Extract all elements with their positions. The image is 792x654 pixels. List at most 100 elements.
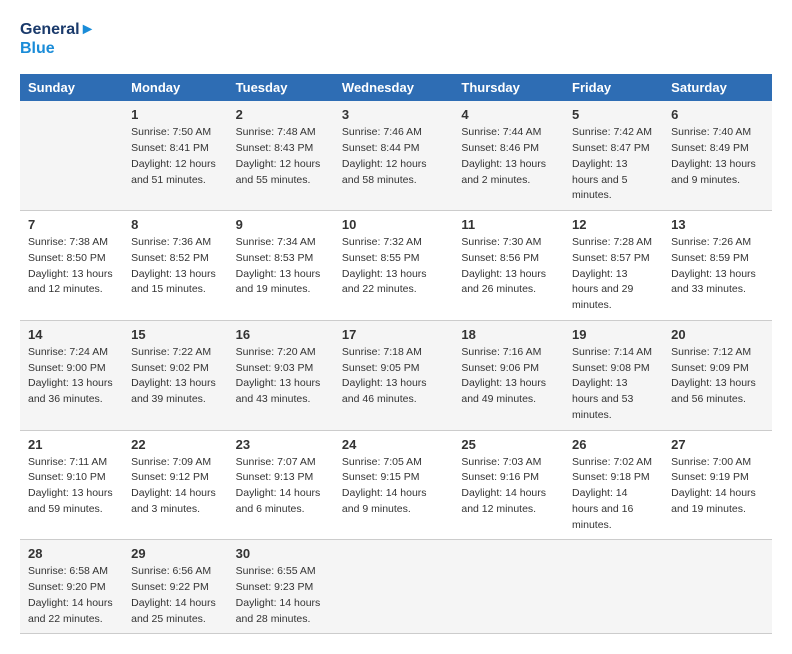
day-number: 8 [131, 217, 220, 232]
day-number: 18 [461, 327, 556, 342]
day-info: Sunrise: 7:26 AM Sunset: 8:59 PM Dayligh… [671, 235, 764, 298]
day-cell: 2 Sunrise: 7:48 AM Sunset: 8:43 PM Dayli… [228, 101, 334, 210]
day-cell: 12 Sunrise: 7:28 AM Sunset: 8:57 PM Dayl… [564, 211, 663, 321]
day-cell: 7 Sunrise: 7:38 AM Sunset: 8:50 PM Dayli… [20, 211, 123, 321]
day-info: Sunrise: 7:28 AM Sunset: 8:57 PM Dayligh… [572, 235, 655, 314]
day-cell: 26 Sunrise: 7:02 AM Sunset: 9:18 PM Dayl… [564, 430, 663, 540]
day-number: 2 [236, 107, 326, 122]
day-number: 29 [131, 546, 220, 561]
day-info: Sunrise: 7:14 AM Sunset: 9:08 PM Dayligh… [572, 345, 655, 424]
day-cell: 16 Sunrise: 7:20 AM Sunset: 9:03 PM Dayl… [228, 320, 334, 430]
week-row-3: 14 Sunrise: 7:24 AM Sunset: 9:00 PM Dayl… [20, 320, 772, 430]
day-info: Sunrise: 7:09 AM Sunset: 9:12 PM Dayligh… [131, 455, 220, 518]
day-cell: 29 Sunrise: 6:56 AM Sunset: 9:22 PM Dayl… [123, 540, 228, 634]
day-cell: 17 Sunrise: 7:18 AM Sunset: 9:05 PM Dayl… [334, 320, 453, 430]
day-cell: 23 Sunrise: 7:07 AM Sunset: 9:13 PM Dayl… [228, 430, 334, 540]
day-number: 20 [671, 327, 764, 342]
week-row-1: 1 Sunrise: 7:50 AM Sunset: 8:41 PM Dayli… [20, 101, 772, 210]
day-info: Sunrise: 7:46 AM Sunset: 8:44 PM Dayligh… [342, 125, 445, 188]
day-cell: 18 Sunrise: 7:16 AM Sunset: 9:06 PM Dayl… [453, 320, 564, 430]
day-cell: 14 Sunrise: 7:24 AM Sunset: 9:00 PM Dayl… [20, 320, 123, 430]
col-header-saturday: Saturday [663, 74, 772, 101]
col-header-wednesday: Wednesday [334, 74, 453, 101]
day-info: Sunrise: 7:05 AM Sunset: 9:15 PM Dayligh… [342, 455, 445, 518]
day-cell: 25 Sunrise: 7:03 AM Sunset: 9:16 PM Dayl… [453, 430, 564, 540]
day-info: Sunrise: 7:20 AM Sunset: 9:03 PM Dayligh… [236, 345, 326, 408]
day-info: Sunrise: 7:50 AM Sunset: 8:41 PM Dayligh… [131, 125, 220, 188]
day-cell [334, 540, 453, 634]
day-info: Sunrise: 7:02 AM Sunset: 9:18 PM Dayligh… [572, 455, 655, 534]
day-cell: 13 Sunrise: 7:26 AM Sunset: 8:59 PM Dayl… [663, 211, 772, 321]
col-header-friday: Friday [564, 74, 663, 101]
day-number: 14 [28, 327, 115, 342]
day-number: 25 [461, 437, 556, 452]
day-info: Sunrise: 7:40 AM Sunset: 8:49 PM Dayligh… [671, 125, 764, 188]
day-info: Sunrise: 7:24 AM Sunset: 9:00 PM Dayligh… [28, 345, 115, 408]
page-header: General► Blue [20, 20, 772, 58]
day-info: Sunrise: 7:22 AM Sunset: 9:02 PM Dayligh… [131, 345, 220, 408]
day-cell: 30 Sunrise: 6:55 AM Sunset: 9:23 PM Dayl… [228, 540, 334, 634]
day-cell: 21 Sunrise: 7:11 AM Sunset: 9:10 PM Dayl… [20, 430, 123, 540]
day-info: Sunrise: 6:58 AM Sunset: 9:20 PM Dayligh… [28, 564, 115, 627]
day-info: Sunrise: 7:42 AM Sunset: 8:47 PM Dayligh… [572, 125, 655, 204]
day-cell [453, 540, 564, 634]
day-number: 7 [28, 217, 115, 232]
day-number: 17 [342, 327, 445, 342]
day-info: Sunrise: 6:55 AM Sunset: 9:23 PM Dayligh… [236, 564, 326, 627]
day-info: Sunrise: 7:30 AM Sunset: 8:56 PM Dayligh… [461, 235, 556, 298]
day-number: 27 [671, 437, 764, 452]
day-cell: 20 Sunrise: 7:12 AM Sunset: 9:09 PM Dayl… [663, 320, 772, 430]
logo-line2: Blue [20, 39, 95, 58]
day-number: 3 [342, 107, 445, 122]
day-cell: 4 Sunrise: 7:44 AM Sunset: 8:46 PM Dayli… [453, 101, 564, 210]
day-cell: 27 Sunrise: 7:00 AM Sunset: 9:19 PM Dayl… [663, 430, 772, 540]
logo-line1: General► [20, 20, 95, 39]
day-info: Sunrise: 7:36 AM Sunset: 8:52 PM Dayligh… [131, 235, 220, 298]
day-cell: 22 Sunrise: 7:09 AM Sunset: 9:12 PM Dayl… [123, 430, 228, 540]
week-row-2: 7 Sunrise: 7:38 AM Sunset: 8:50 PM Dayli… [20, 211, 772, 321]
day-cell: 5 Sunrise: 7:42 AM Sunset: 8:47 PM Dayli… [564, 101, 663, 210]
day-cell: 15 Sunrise: 7:22 AM Sunset: 9:02 PM Dayl… [123, 320, 228, 430]
day-info: Sunrise: 7:00 AM Sunset: 9:19 PM Dayligh… [671, 455, 764, 518]
day-number: 5 [572, 107, 655, 122]
day-number: 13 [671, 217, 764, 232]
col-header-tuesday: Tuesday [228, 74, 334, 101]
day-info: Sunrise: 7:03 AM Sunset: 9:16 PM Dayligh… [461, 455, 556, 518]
col-header-monday: Monday [123, 74, 228, 101]
day-cell: 8 Sunrise: 7:36 AM Sunset: 8:52 PM Dayli… [123, 211, 228, 321]
day-info: Sunrise: 7:18 AM Sunset: 9:05 PM Dayligh… [342, 345, 445, 408]
day-number: 16 [236, 327, 326, 342]
day-info: Sunrise: 7:34 AM Sunset: 8:53 PM Dayligh… [236, 235, 326, 298]
day-cell: 24 Sunrise: 7:05 AM Sunset: 9:15 PM Dayl… [334, 430, 453, 540]
week-row-5: 28 Sunrise: 6:58 AM Sunset: 9:20 PM Dayl… [20, 540, 772, 634]
day-info: Sunrise: 7:16 AM Sunset: 9:06 PM Dayligh… [461, 345, 556, 408]
col-header-thursday: Thursday [453, 74, 564, 101]
day-number: 1 [131, 107, 220, 122]
day-info: Sunrise: 6:56 AM Sunset: 9:22 PM Dayligh… [131, 564, 220, 627]
day-cell [663, 540, 772, 634]
day-info: Sunrise: 7:44 AM Sunset: 8:46 PM Dayligh… [461, 125, 556, 188]
day-number: 4 [461, 107, 556, 122]
day-number: 19 [572, 327, 655, 342]
day-cell: 10 Sunrise: 7:32 AM Sunset: 8:55 PM Dayl… [334, 211, 453, 321]
day-info: Sunrise: 7:07 AM Sunset: 9:13 PM Dayligh… [236, 455, 326, 518]
logo-text: General► Blue [20, 20, 95, 58]
calendar-table: SundayMondayTuesdayWednesdayThursdayFrid… [20, 74, 772, 634]
day-number: 10 [342, 217, 445, 232]
day-number: 26 [572, 437, 655, 452]
day-number: 11 [461, 217, 556, 232]
day-info: Sunrise: 7:48 AM Sunset: 8:43 PM Dayligh… [236, 125, 326, 188]
day-cell: 6 Sunrise: 7:40 AM Sunset: 8:49 PM Dayli… [663, 101, 772, 210]
day-number: 9 [236, 217, 326, 232]
day-number: 23 [236, 437, 326, 452]
day-info: Sunrise: 7:11 AM Sunset: 9:10 PM Dayligh… [28, 455, 115, 518]
week-row-4: 21 Sunrise: 7:11 AM Sunset: 9:10 PM Dayl… [20, 430, 772, 540]
day-cell: 9 Sunrise: 7:34 AM Sunset: 8:53 PM Dayli… [228, 211, 334, 321]
day-number: 24 [342, 437, 445, 452]
day-number: 15 [131, 327, 220, 342]
logo: General► Blue [20, 20, 95, 58]
day-number: 22 [131, 437, 220, 452]
day-info: Sunrise: 7:12 AM Sunset: 9:09 PM Dayligh… [671, 345, 764, 408]
day-cell [564, 540, 663, 634]
col-header-sunday: Sunday [20, 74, 123, 101]
